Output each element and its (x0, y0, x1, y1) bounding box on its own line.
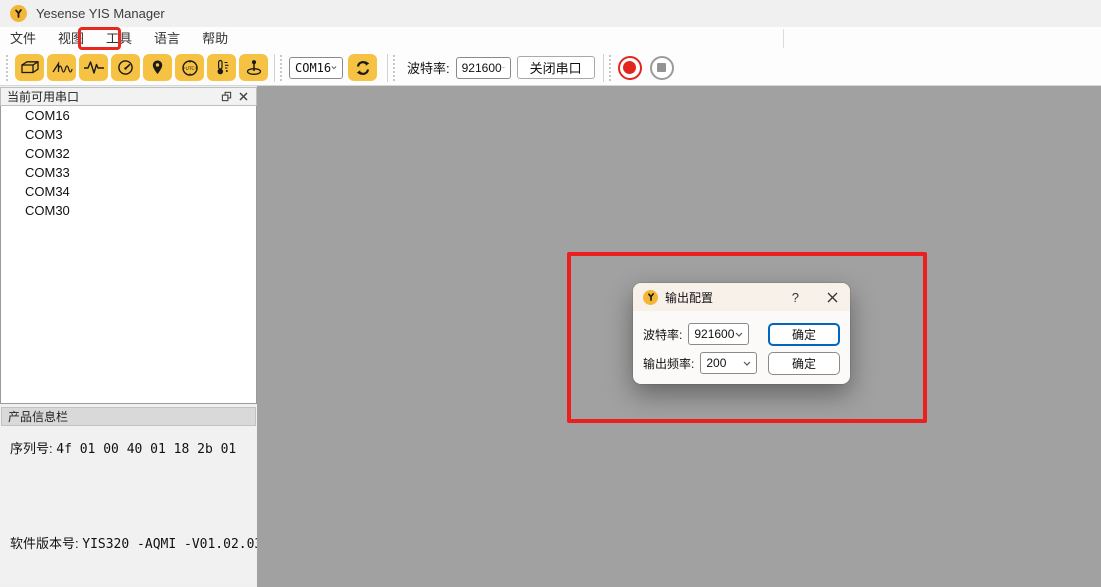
panel-float-button[interactable] (218, 89, 235, 104)
product-info-panel-header: 产品信息栏 (1, 407, 256, 426)
com-port-list: COM16 COM3 COM32 COM33 COM34 COM30 (0, 106, 257, 404)
baud-rate-row: 波特率: 921600 确定 (633, 323, 850, 345)
toolbar-separator (603, 54, 604, 82)
output-rate-row: 输出频率: 200 确定 (633, 352, 850, 374)
refresh-arrows-icon (355, 60, 371, 76)
record-icon (623, 61, 636, 74)
title-bar[interactable]: Yesense YIS Manager (0, 0, 1101, 27)
pulse-wave-icon[interactable] (79, 54, 108, 81)
dialog-title-bar[interactable]: 输出配置 ? (633, 283, 850, 311)
dialog-title: 输出配置 (665, 289, 792, 306)
toolbar-drag-handle[interactable] (6, 55, 11, 81)
toolbar-separator (387, 54, 388, 82)
menu-language[interactable]: 语言 (146, 27, 188, 50)
product-info-panel-title: 产品信息栏 (8, 408, 68, 425)
angle-wave-icon[interactable] (47, 54, 76, 81)
location-pin-icon[interactable] (143, 54, 172, 81)
menu-file[interactable]: 文件 (2, 27, 44, 50)
refresh-ports-button[interactable] (348, 54, 377, 81)
output-config-dialog: 输出配置 ? 波特率: 921600 确定 输出频率: 200 (633, 283, 850, 384)
svg-text:UTC: UTC (185, 66, 194, 72)
menu-bar: 文件 视图 工具 语言 帮助 (0, 27, 1101, 50)
toolbar-drag-handle[interactable] (609, 55, 614, 81)
toolbar-drag-handle[interactable] (280, 55, 285, 81)
dialog-close-button[interactable] (825, 290, 840, 305)
product-info-panel-body: 序列号: 4f 01 00 40 01 18 2b 01 软件版本号: YIS3… (0, 426, 257, 584)
serial-number-value: 4f 01 00 40 01 18 2b 01 (56, 442, 236, 457)
chevron-down-icon (735, 332, 743, 337)
stop-icon (657, 63, 666, 72)
serial-number-row: 序列号: 4f 01 00 40 01 18 2b 01 (10, 438, 236, 457)
stop-button[interactable] (650, 56, 674, 80)
panel-close-button[interactable] (235, 89, 252, 104)
dialog-output-rate-combobox[interactable]: 200 (700, 352, 757, 374)
available-ports-panel-header[interactable]: 当前可用串口 (0, 87, 257, 106)
toolbar-drag-handle[interactable] (393, 55, 398, 81)
baud-rate-label: 波特率: (407, 58, 450, 77)
dialog-baud-combobox[interactable]: 921600 (688, 323, 749, 345)
baud-rate-value: 921600 (462, 61, 502, 75)
cube-3d-icon[interactable] (15, 54, 44, 81)
com-port-value: COM16 (295, 61, 331, 75)
output-rate-confirm-button[interactable]: 确定 (768, 352, 840, 375)
chevron-down-icon (502, 65, 505, 70)
dialog-output-rate-label: 输出频率: (643, 355, 694, 372)
chevron-down-icon (331, 65, 337, 70)
utc-clock-icon[interactable]: UTC (175, 54, 204, 81)
window-title: Yesense YIS Manager (36, 6, 165, 21)
thermometer-icon[interactable] (207, 54, 236, 81)
serial-number-label: 序列号: (10, 441, 53, 456)
left-dock: 当前可用串口 COM16 COM3 COM32 COM33 COM34 COM3… (0, 87, 257, 587)
toolbar-separator (274, 54, 275, 82)
dialog-output-rate-value: 200 (706, 356, 726, 370)
close-icon (239, 92, 248, 101)
chevron-down-icon (743, 361, 751, 366)
available-ports-panel-title: 当前可用串口 (7, 88, 218, 105)
dialog-baud-value: 921600 (694, 327, 734, 341)
menu-help[interactable]: 帮助 (194, 27, 236, 50)
app-window: Yesense YIS Manager 文件 视图 工具 语言 帮助 (0, 0, 1101, 587)
software-version-row: 软件版本号: YIS320 -AQMI -V01.02.03; (10, 533, 270, 552)
baud-rate-combobox[interactable]: 921600 (456, 57, 511, 79)
com-port-list-item[interactable]: COM34 (1, 182, 256, 201)
dialog-baud-label: 波特率: (643, 326, 682, 343)
toolbar-row-separator (783, 29, 784, 48)
dialog-logo-icon (643, 290, 658, 305)
software-version-label: 软件版本号: (10, 536, 79, 551)
record-button[interactable] (618, 56, 642, 80)
menu-view[interactable]: 视图 (50, 27, 92, 50)
close-serial-port-button[interactable]: 关闭串口 (517, 56, 595, 79)
close-icon (827, 292, 838, 303)
float-window-icon (221, 91, 232, 102)
com-port-combobox[interactable]: COM16 (289, 57, 343, 79)
software-version-value: YIS320 -AQMI -V01.02.03; (82, 537, 270, 552)
com-port-list-item[interactable]: COM3 (1, 125, 256, 144)
toolbar: UTC COM16 (0, 50, 1101, 86)
baud-confirm-button[interactable]: 确定 (768, 323, 840, 346)
com-port-list-item[interactable]: COM32 (1, 144, 256, 163)
pin-3d-icon[interactable] (239, 54, 268, 81)
com-port-list-item[interactable]: COM33 (1, 163, 256, 182)
dialog-help-button[interactable]: ? (792, 290, 799, 305)
com-port-list-item[interactable]: COM30 (1, 201, 256, 220)
gauge-icon[interactable] (111, 54, 140, 81)
com-port-list-item[interactable]: COM16 (1, 106, 256, 125)
menu-tools[interactable]: 工具 (98, 27, 140, 50)
app-logo-icon (10, 5, 27, 22)
